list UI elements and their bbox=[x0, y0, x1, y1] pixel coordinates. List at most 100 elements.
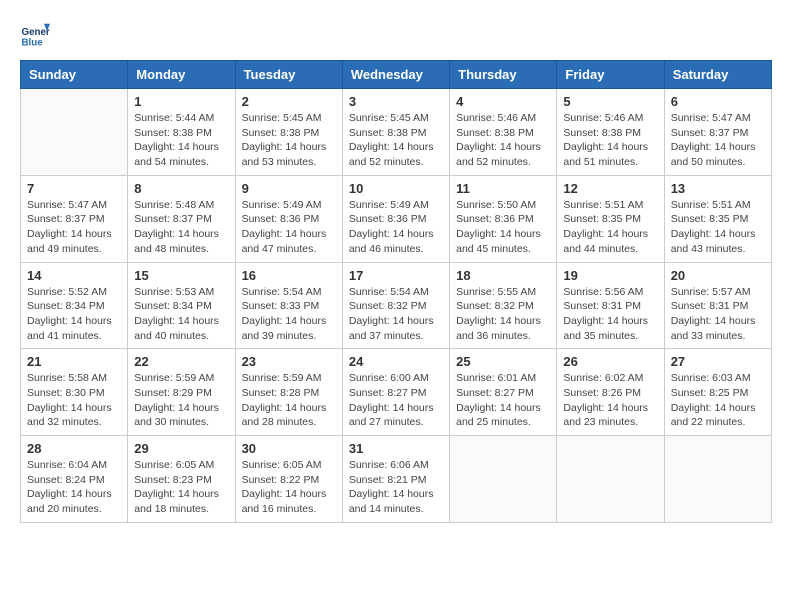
day-cell: 28Sunrise: 6:04 AM Sunset: 8:24 PM Dayli… bbox=[21, 436, 128, 523]
day-info: Sunrise: 5:49 AM Sunset: 8:36 PM Dayligh… bbox=[349, 198, 443, 257]
day-cell: 13 Sunrise: 5:51 AM Sunset: 8:35 PM Dayli… bbox=[664, 175, 771, 262]
day-number: 12 bbox=[563, 181, 657, 196]
day-info: Sunrise: 5:55 AM Sunset: 8:32 PM Dayligh… bbox=[456, 285, 550, 344]
day-cell: 29 Sunrise: 6:05 AM Sunset: 8:23 PM Dayli… bbox=[128, 436, 235, 523]
day-cell: 3Sunrise: 5:45 AM Sunset: 8:38 PM Daylig… bbox=[342, 89, 449, 176]
header-saturday: Saturday bbox=[664, 61, 771, 89]
day-number: 2 bbox=[242, 94, 336, 109]
header-sunday: Sunday bbox=[21, 61, 128, 89]
day-number: 25 bbox=[456, 354, 550, 369]
day-cell: 22 Sunrise: 5:59 AM Sunset: 8:29 PM Dayli… bbox=[128, 349, 235, 436]
day-number: 16 bbox=[242, 268, 336, 283]
day-number: 3 bbox=[349, 94, 443, 109]
day-number: 26 bbox=[563, 354, 657, 369]
day-info: Sunrise: 5:49 AM Sunset: 8:36 PM Dayligh… bbox=[242, 198, 336, 257]
week-row-4: 21Sunrise: 5:58 AM Sunset: 8:30 PM Dayli… bbox=[21, 349, 772, 436]
day-cell: 27 Sunrise: 6:03 AM Sunset: 8:25 PM Dayli… bbox=[664, 349, 771, 436]
day-number: 23 bbox=[242, 354, 336, 369]
day-number: 7 bbox=[27, 181, 121, 196]
day-info: Sunrise: 6:02 AM Sunset: 8:26 PM Dayligh… bbox=[563, 371, 657, 430]
day-info: Sunrise: 5:45 AM Sunset: 8:38 PM Dayligh… bbox=[242, 111, 336, 170]
calendar-table: SundayMondayTuesdayWednesdayThursdayFrid… bbox=[20, 60, 772, 523]
day-cell: 8 Sunrise: 5:48 AM Sunset: 8:37 PM Daylig… bbox=[128, 175, 235, 262]
day-info: Sunrise: 5:54 AM Sunset: 8:33 PM Dayligh… bbox=[242, 285, 336, 344]
day-cell: 5 Sunrise: 5:46 AM Sunset: 8:38 PM Daylig… bbox=[557, 89, 664, 176]
day-number: 4 bbox=[456, 94, 550, 109]
day-info: Sunrise: 5:51 AM Sunset: 8:35 PM Dayligh… bbox=[563, 198, 657, 257]
day-number: 20 bbox=[671, 268, 765, 283]
day-number: 11 bbox=[456, 181, 550, 196]
day-cell: 15 Sunrise: 5:53 AM Sunset: 8:34 PM Dayli… bbox=[128, 262, 235, 349]
day-info: Sunrise: 6:05 AM Sunset: 8:23 PM Dayligh… bbox=[134, 458, 228, 517]
day-number: 5 bbox=[563, 94, 657, 109]
day-info: Sunrise: 5:59 AM Sunset: 8:29 PM Dayligh… bbox=[134, 371, 228, 430]
day-number: 22 bbox=[134, 354, 228, 369]
day-cell: 16 Sunrise: 5:54 AM Sunset: 8:33 PM Dayli… bbox=[235, 262, 342, 349]
day-number: 14 bbox=[27, 268, 121, 283]
day-info: Sunrise: 5:56 AM Sunset: 8:31 PM Dayligh… bbox=[563, 285, 657, 344]
day-cell bbox=[664, 436, 771, 523]
header-monday: Monday bbox=[128, 61, 235, 89]
day-info: Sunrise: 5:59 AM Sunset: 8:28 PM Dayligh… bbox=[242, 371, 336, 430]
day-cell: 9 Sunrise: 5:49 AM Sunset: 8:36 PM Daylig… bbox=[235, 175, 342, 262]
day-cell: 4Sunrise: 5:46 AM Sunset: 8:38 PM Daylig… bbox=[450, 89, 557, 176]
svg-text:Blue: Blue bbox=[22, 38, 44, 49]
week-row-3: 14Sunrise: 5:52 AM Sunset: 8:34 PM Dayli… bbox=[21, 262, 772, 349]
day-info: Sunrise: 5:54 AM Sunset: 8:32 PM Dayligh… bbox=[349, 285, 443, 344]
day-cell: 30 Sunrise: 6:05 AM Sunset: 8:22 PM Dayli… bbox=[235, 436, 342, 523]
day-cell: 24Sunrise: 6:00 AM Sunset: 8:27 PM Dayli… bbox=[342, 349, 449, 436]
day-cell: 18 Sunrise: 5:55 AM Sunset: 8:32 PM Dayli… bbox=[450, 262, 557, 349]
day-number: 27 bbox=[671, 354, 765, 369]
day-number: 13 bbox=[671, 181, 765, 196]
day-info: Sunrise: 5:57 AM Sunset: 8:31 PM Dayligh… bbox=[671, 285, 765, 344]
day-info: Sunrise: 6:00 AM Sunset: 8:27 PM Dayligh… bbox=[349, 371, 443, 430]
day-cell: 17 Sunrise: 5:54 AM Sunset: 8:32 PM Dayli… bbox=[342, 262, 449, 349]
day-cell bbox=[450, 436, 557, 523]
day-info: Sunrise: 5:46 AM Sunset: 8:38 PM Dayligh… bbox=[563, 111, 657, 170]
day-cell: 1 Sunrise: 5:44 AM Sunset: 8:38 PM Daylig… bbox=[128, 89, 235, 176]
day-cell: 7 Sunrise: 5:47 AM Sunset: 8:37 PM Daylig… bbox=[21, 175, 128, 262]
day-cell: 19 Sunrise: 5:56 AM Sunset: 8:31 PM Dayli… bbox=[557, 262, 664, 349]
day-number: 18 bbox=[456, 268, 550, 283]
day-info: Sunrise: 6:03 AM Sunset: 8:25 PM Dayligh… bbox=[671, 371, 765, 430]
day-cell: 10 Sunrise: 5:49 AM Sunset: 8:36 PM Dayli… bbox=[342, 175, 449, 262]
day-info: Sunrise: 5:47 AM Sunset: 8:37 PM Dayligh… bbox=[27, 198, 121, 257]
day-cell: 12 Sunrise: 5:51 AM Sunset: 8:35 PM Dayli… bbox=[557, 175, 664, 262]
day-number: 29 bbox=[134, 441, 228, 456]
day-info: Sunrise: 5:44 AM Sunset: 8:38 PM Dayligh… bbox=[134, 111, 228, 170]
day-number: 6 bbox=[671, 94, 765, 109]
week-row-2: 7 Sunrise: 5:47 AM Sunset: 8:37 PM Daylig… bbox=[21, 175, 772, 262]
header-tuesday: Tuesday bbox=[235, 61, 342, 89]
header-wednesday: Wednesday bbox=[342, 61, 449, 89]
day-cell: 2 Sunrise: 5:45 AM Sunset: 8:38 PM Daylig… bbox=[235, 89, 342, 176]
day-cell: 25 Sunrise: 6:01 AM Sunset: 8:27 PM Dayli… bbox=[450, 349, 557, 436]
logo: General Blue bbox=[20, 20, 54, 50]
week-row-1: 1 Sunrise: 5:44 AM Sunset: 8:38 PM Daylig… bbox=[21, 89, 772, 176]
day-cell: 11Sunrise: 5:50 AM Sunset: 8:36 PM Dayli… bbox=[450, 175, 557, 262]
day-cell: 26 Sunrise: 6:02 AM Sunset: 8:26 PM Dayli… bbox=[557, 349, 664, 436]
day-number: 17 bbox=[349, 268, 443, 283]
day-info: Sunrise: 6:05 AM Sunset: 8:22 PM Dayligh… bbox=[242, 458, 336, 517]
header-friday: Friday bbox=[557, 61, 664, 89]
day-number: 10 bbox=[349, 181, 443, 196]
day-number: 15 bbox=[134, 268, 228, 283]
day-info: Sunrise: 5:51 AM Sunset: 8:35 PM Dayligh… bbox=[671, 198, 765, 257]
day-number: 9 bbox=[242, 181, 336, 196]
day-info: Sunrise: 6:06 AM Sunset: 8:21 PM Dayligh… bbox=[349, 458, 443, 517]
day-number: 8 bbox=[134, 181, 228, 196]
day-number: 19 bbox=[563, 268, 657, 283]
day-info: Sunrise: 6:01 AM Sunset: 8:27 PM Dayligh… bbox=[456, 371, 550, 430]
day-number: 31 bbox=[349, 441, 443, 456]
day-cell bbox=[21, 89, 128, 176]
day-info: Sunrise: 5:53 AM Sunset: 8:34 PM Dayligh… bbox=[134, 285, 228, 344]
header-thursday: Thursday bbox=[450, 61, 557, 89]
day-info: Sunrise: 6:04 AM Sunset: 8:24 PM Dayligh… bbox=[27, 458, 121, 517]
day-cell: 31 Sunrise: 6:06 AM Sunset: 8:21 PM Dayli… bbox=[342, 436, 449, 523]
day-cell bbox=[557, 436, 664, 523]
week-row-5: 28Sunrise: 6:04 AM Sunset: 8:24 PM Dayli… bbox=[21, 436, 772, 523]
day-cell: 20 Sunrise: 5:57 AM Sunset: 8:31 PM Dayli… bbox=[664, 262, 771, 349]
day-cell: 6Sunrise: 5:47 AM Sunset: 8:37 PM Daylig… bbox=[664, 89, 771, 176]
day-info: Sunrise: 5:48 AM Sunset: 8:37 PM Dayligh… bbox=[134, 198, 228, 257]
day-number: 1 bbox=[134, 94, 228, 109]
day-number: 30 bbox=[242, 441, 336, 456]
